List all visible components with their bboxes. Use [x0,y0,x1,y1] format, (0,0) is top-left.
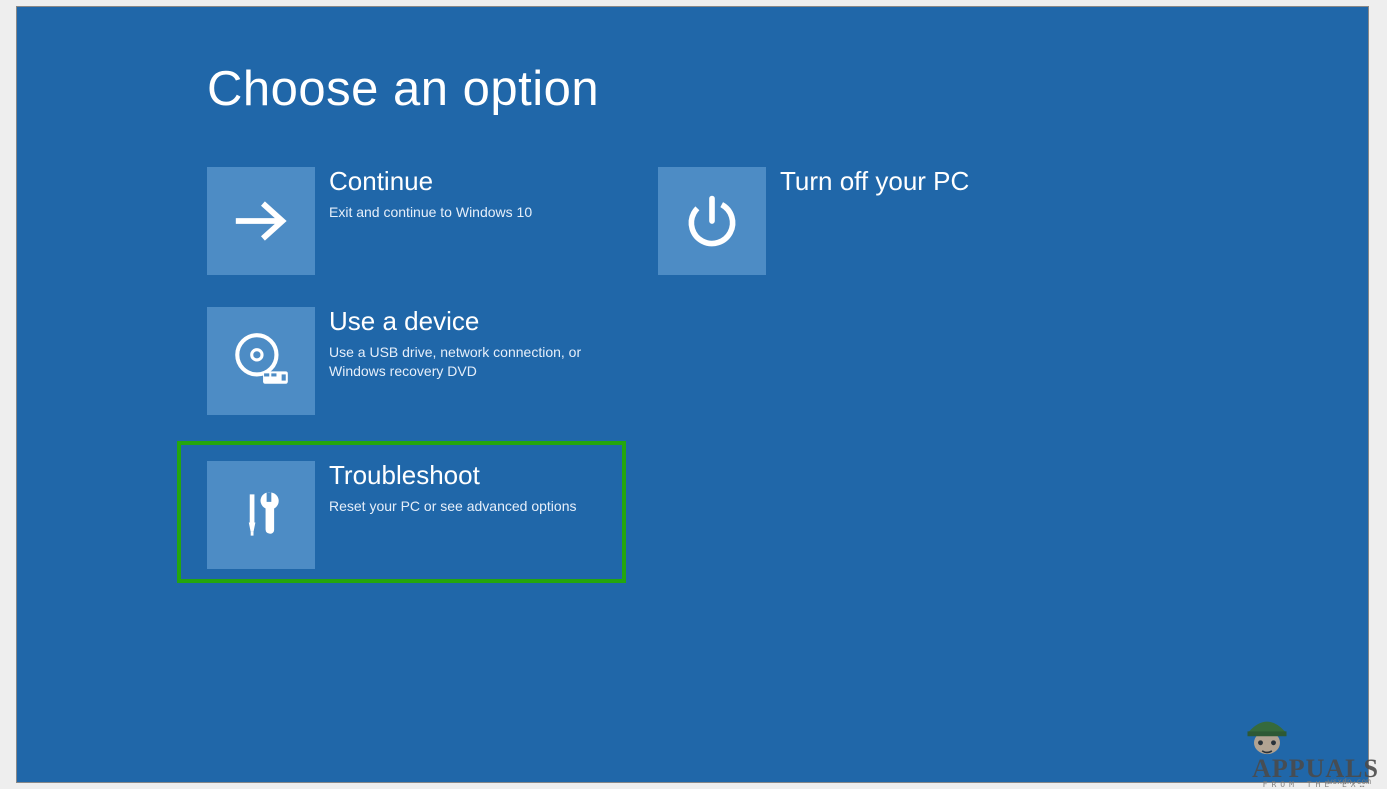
turn-off-text: Turn off your PC [780,167,969,203]
options-column-left: Continue Exit and continue to Windows 10 [207,167,626,583]
tile-title: Turn off your PC [780,167,969,197]
tile-desc: Use a USB drive, network connection, or … [329,343,589,382]
turn-off-tile[interactable]: Turn off your PC [658,167,1077,275]
tile-desc: Exit and continue to Windows 10 [329,203,532,223]
tile-desc: Reset your PC or see advanced options [329,497,576,517]
use-device-tile[interactable]: Use a device Use a USB drive, network co… [207,307,626,415]
troubleshoot-text: Troubleshoot Reset your PC or see advanc… [329,461,576,516]
continue-text: Continue Exit and continue to Windows 10 [329,167,532,222]
power-icon [658,167,766,275]
recovery-screen: Choose an option Continue Exit and conti… [16,6,1369,783]
tile-title: Continue [329,167,532,197]
tile-title: Troubleshoot [329,461,576,491]
troubleshoot-tile[interactable]: Troubleshoot Reset your PC or see advanc… [177,441,626,583]
watermark-url: wsxdn.com [1328,777,1371,786]
continue-tile[interactable]: Continue Exit and continue to Windows 10 [207,167,626,275]
tile-title: Use a device [329,307,589,337]
options-column-right: Turn off your PC [658,167,1077,583]
disc-usb-icon [207,307,315,415]
page-title: Choose an option [207,61,1368,117]
options-grid: Continue Exit and continue to Windows 10 [207,167,1077,583]
arrow-right-icon [207,167,315,275]
mascot-icon [1241,707,1293,759]
use-device-text: Use a device Use a USB drive, network co… [329,307,589,382]
tools-icon [207,461,315,569]
